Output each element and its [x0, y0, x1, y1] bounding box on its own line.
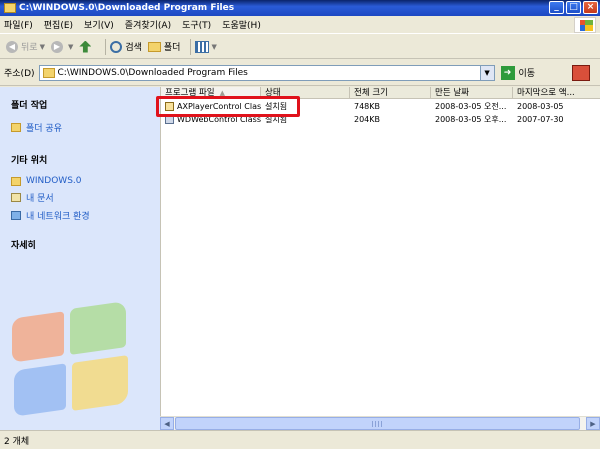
chevron-down-icon: ▼	[211, 42, 217, 51]
folder-icon	[147, 41, 161, 52]
search-icon	[110, 40, 123, 53]
scroll-left-button[interactable]: ◀	[160, 417, 174, 430]
search-button[interactable]: 검색	[110, 40, 142, 53]
folders-label: 폴더	[163, 43, 181, 53]
other-places-section: 기타 위치 WINDOWS.0 내 문서 내 네트워크 환경	[11, 153, 90, 227]
place-my-documents-link[interactable]: 내 문서	[11, 191, 90, 204]
column-header-created[interactable]: 만든 날짜	[431, 87, 513, 99]
task-pane: 폴더 작업 폴더 공유 기타 위치 WINDOWS.0 내 문서 내 네트워크 …	[0, 87, 160, 430]
place-network-link[interactable]: 내 네트워크 환경	[11, 209, 90, 222]
toolbar-divider	[105, 38, 107, 55]
minimize-button[interactable]: _	[549, 1, 564, 14]
file-name: AXPlayerControl Class	[177, 102, 261, 111]
share-folder-label: 폴더 공유	[26, 124, 62, 134]
table-row[interactable]: AXPlayerControl Class 설치됨 748KB 2008-03-…	[161, 101, 600, 113]
folder-tasks-section: 폴더 작업 폴더 공유	[11, 98, 62, 139]
status-text: 2 개체	[4, 436, 30, 447]
column-headers: 프로그램 파일 ▲ 상태 전체 크기 만든 날짜 마지막으로 액...	[161, 87, 600, 99]
share-folder-icon	[11, 123, 21, 132]
title-bar: C:\WINDOWS.0\Downloaded Program Files _ …	[0, 0, 600, 16]
place-my-documents-label: 내 문서	[26, 194, 54, 204]
network-icon	[11, 211, 21, 220]
menu-view[interactable]: 보기(V)	[84, 18, 114, 31]
folder-tasks-title[interactable]: 폴더 작업	[11, 98, 62, 111]
menu-file[interactable]: 파일(F)	[4, 18, 33, 31]
file-created: 2008-03-05 오후...	[435, 115, 507, 124]
horizontal-scrollbar[interactable]: ◀ ▶	[160, 416, 600, 430]
address-label: 주소(D)	[4, 69, 35, 79]
file-size: 204KB	[354, 115, 381, 124]
close-button[interactable]: ×	[583, 1, 598, 14]
search-label: 검색	[125, 43, 142, 53]
table-row[interactable]: WDWebControl Class 설치됨 204KB 2008-03-05 …	[161, 114, 600, 126]
chevron-down-icon: ▼	[67, 42, 74, 51]
windows-logo-icon	[574, 17, 596, 33]
share-folder-link[interactable]: 폴더 공유	[11, 121, 62, 134]
column-header-name[interactable]: 프로그램 파일 ▲	[161, 87, 261, 99]
go-button[interactable]: ➜ 이동	[500, 65, 536, 80]
file-accessed: 2007-07-30	[517, 115, 564, 124]
column-header-accessed[interactable]: 마지막으로 액...	[513, 87, 600, 99]
file-name: WDWebControl Class	[177, 115, 261, 124]
folders-button[interactable]: 폴더	[147, 40, 181, 53]
file-status: 설치됨	[265, 115, 288, 124]
go-arrow-icon: ➜	[500, 65, 515, 80]
back-label: 뒤로	[21, 43, 38, 53]
address-bar: 주소(D) C:\WINDOWS.0\Downloaded Program Fi…	[0, 60, 600, 86]
place-windows-label: WINDOWS.0	[26, 176, 82, 186]
antivirus-tray-icon[interactable]	[572, 65, 590, 81]
forward-arrow-icon: ▶	[50, 40, 63, 53]
folder-icon	[42, 67, 55, 78]
activex-icon	[165, 102, 174, 111]
other-places-title[interactable]: 기타 위치	[11, 153, 90, 166]
toolbar: ◀ 뒤로 ▼ ▶ ▼ 검색 폴더 ▼	[0, 35, 600, 59]
file-list: 프로그램 파일 ▲ 상태 전체 크기 만든 날짜 마지막으로 액... AXPla…	[160, 87, 600, 430]
sort-asc-icon: ▲	[219, 89, 226, 97]
address-field[interactable]: C:\WINDOWS.0\Downloaded Program Files ▼	[38, 64, 495, 81]
activex-gear-icon	[165, 115, 174, 124]
toolbar-divider	[190, 38, 192, 55]
views-button[interactable]: ▼	[195, 40, 217, 53]
place-windows-link[interactable]: WINDOWS.0	[11, 176, 90, 186]
chevron-down-icon: ▼	[39, 42, 45, 51]
scrollbar-thumb[interactable]	[175, 417, 580, 430]
up-button[interactable]	[79, 40, 95, 53]
views-icon	[195, 40, 210, 53]
forward-button[interactable]: ▶ ▼	[50, 40, 74, 53]
menu-favorites[interactable]: 즐겨찾기(A)	[125, 18, 171, 31]
folder-icon	[11, 176, 21, 186]
back-arrow-icon: ◀	[6, 40, 18, 53]
column-header-size[interactable]: 전체 크기	[350, 87, 431, 99]
file-accessed: 2008-03-05	[517, 102, 564, 111]
menu-bar: 파일(F) 편집(E) 보기(V) 즐겨찾기(A) 도구(T) 도움말(H)	[0, 16, 600, 34]
menu-tools[interactable]: 도구(T)	[182, 18, 211, 31]
address-value: C:\WINDOWS.0\Downloaded Program Files	[57, 67, 248, 78]
window-title: C:\WINDOWS.0\Downloaded Program Files	[19, 3, 235, 13]
details-section: 자세히	[11, 238, 36, 261]
windows-flag-watermark	[0, 287, 160, 430]
file-size: 748KB	[354, 102, 381, 111]
menu-edit[interactable]: 편집(E)	[44, 18, 73, 31]
status-bar: 2 개체	[0, 430, 600, 449]
menu-help[interactable]: 도움말(H)	[222, 18, 261, 31]
folder-icon	[4, 3, 16, 13]
file-created: 2008-03-05 오전...	[435, 102, 507, 111]
column-header-status[interactable]: 상태	[261, 87, 350, 99]
up-folder-icon	[79, 40, 92, 53]
documents-icon	[11, 193, 21, 202]
maximize-button[interactable]: □	[566, 1, 581, 14]
back-button[interactable]: ◀ 뒤로 ▼	[6, 40, 45, 53]
go-label: 이동	[518, 69, 536, 79]
file-status: 설치됨	[265, 102, 288, 111]
scroll-right-button[interactable]: ▶	[586, 417, 600, 430]
place-network-label: 내 네트워크 환경	[26, 212, 90, 222]
details-title[interactable]: 자세히	[11, 238, 36, 251]
address-dropdown-button[interactable]: ▼	[479, 65, 494, 80]
